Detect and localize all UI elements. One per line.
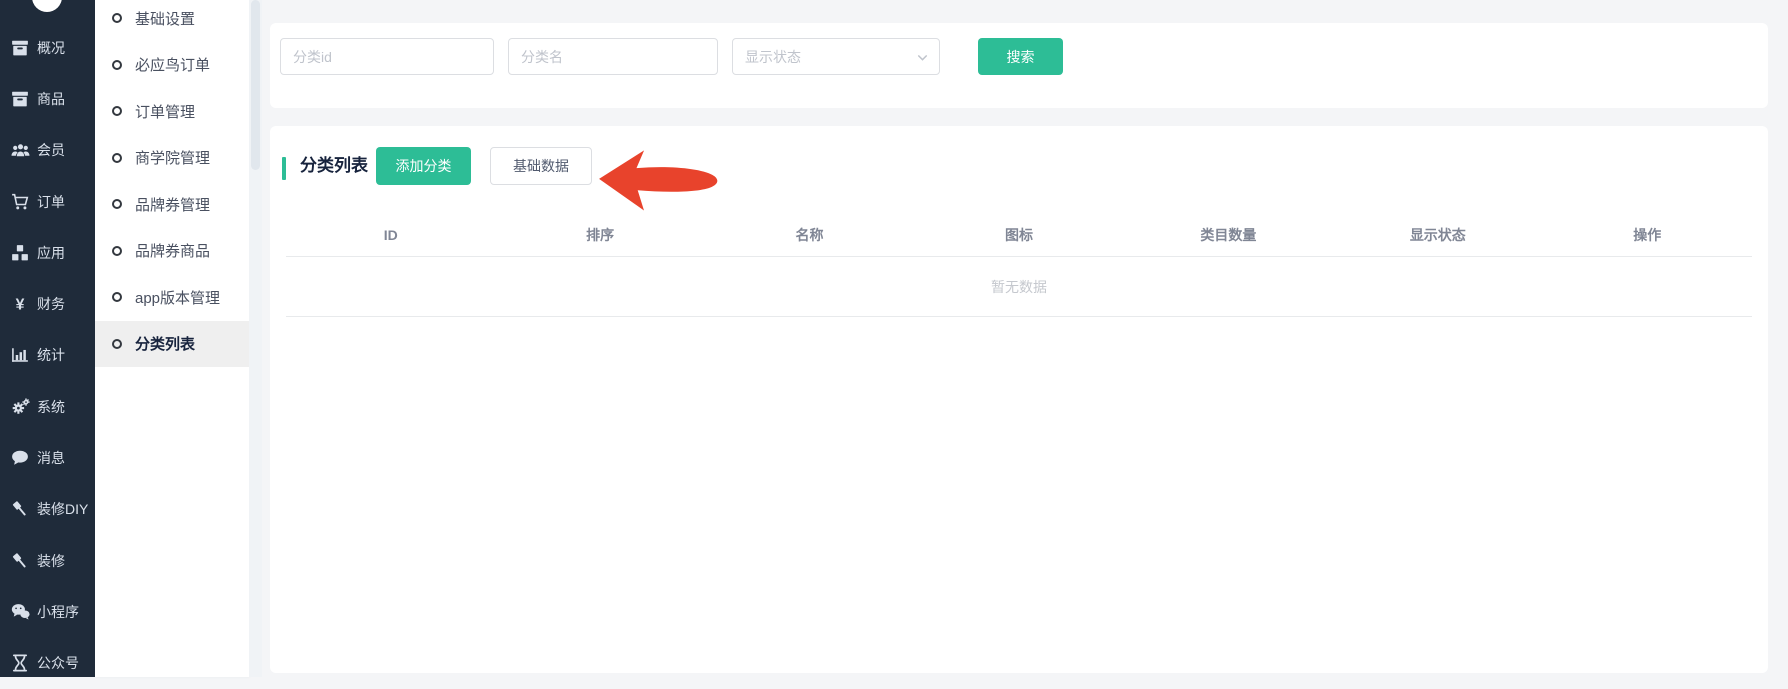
sidebar-item-财务[interactable]: ¥ 财务: [0, 278, 95, 329]
table-header-cell: ID: [286, 214, 495, 256]
sidebar-item-label: 消息: [37, 448, 65, 468]
category-name-input[interactable]: [508, 38, 718, 75]
empty-text: 暂无数据: [991, 277, 1047, 297]
submenu-item-label: 品牌券管理: [135, 194, 210, 215]
table-header-cell: 类目数量: [1124, 214, 1333, 256]
primary-sidebar: 概况商品会员订单应用 ¥ 财务统计系统消息装修DIY 装修小程序公众号: [0, 0, 95, 677]
submenu-panel: 基础设置必应鸟订单订单管理商学院管理品牌券管理品牌券商品 app版本管理分类列表: [95, 0, 249, 677]
sidebar-item-会员[interactable]: 会员: [0, 125, 95, 176]
submenu-item-商学院管理[interactable]: 商学院管理: [95, 135, 249, 182]
table-header-cell: 名称: [705, 214, 914, 256]
base-data-button[interactable]: 基础数据: [490, 147, 592, 185]
yen-icon: ¥: [10, 295, 30, 313]
sidebar-item-label: 会员: [37, 140, 65, 160]
category-id-input[interactable]: [280, 38, 494, 75]
sidebar-item-统计[interactable]: 统计: [0, 330, 95, 381]
circle-icon: [112, 13, 122, 23]
circle-icon: [112, 246, 122, 256]
circle-icon: [112, 153, 122, 163]
sidebar-item-应用[interactable]: 应用: [0, 227, 95, 278]
submenu-item-app版本管理[interactable]: app版本管理: [95, 274, 249, 321]
sidebar-item-小程序[interactable]: 小程序: [0, 586, 95, 637]
sidebar-item-label: 应用: [37, 243, 65, 263]
page-title: 分类列表: [300, 147, 368, 185]
circle-icon: [112, 60, 122, 70]
sidebar-item-装修[interactable]: 装修: [0, 535, 95, 586]
submenu-item-订单管理[interactable]: 订单管理: [95, 88, 249, 135]
submenu-item-label: 商学院管理: [135, 147, 210, 168]
submenu-list: 基础设置必应鸟订单订单管理商学院管理品牌券管理品牌券商品 app版本管理分类列表: [95, 0, 249, 367]
sidebar-item-公众号[interactable]: 公众号: [0, 638, 95, 689]
submenu-item-分类列表[interactable]: 分类列表: [95, 321, 249, 368]
sidebar-item-label: 财务: [37, 294, 65, 314]
submenu-item-品牌券商品[interactable]: 品牌券商品: [95, 228, 249, 275]
section-accent-bar: [282, 157, 286, 180]
wechat-icon: [10, 603, 30, 620]
search-button[interactable]: 搜索: [978, 38, 1063, 75]
table-empty-state: 暂无数据: [286, 257, 1752, 317]
bar-chart-icon: [10, 346, 30, 364]
sidebar-item-label: 系统: [37, 397, 65, 417]
table-header-cell: 排序: [495, 214, 704, 256]
sidebar-item-概况[interactable]: 概况: [0, 22, 95, 73]
sidebar-item-商品[interactable]: 商品: [0, 73, 95, 124]
submenu-item-label: app版本管理: [135, 287, 220, 308]
table-header-cell: 图标: [914, 214, 1123, 256]
circle-icon: [112, 106, 122, 116]
svg-text:¥: ¥: [16, 297, 25, 313]
cart-icon: [10, 193, 30, 211]
sidebar-item-label: 装修: [37, 551, 65, 571]
hourglass-icon: [10, 654, 30, 672]
submenu-item-label: 品牌券商品: [135, 240, 210, 261]
table-header-row: ID排序名称图标类目数量显示状态操作: [286, 214, 1752, 257]
archive-icon: [10, 39, 30, 57]
circle-icon: [112, 199, 122, 209]
chevron-down-icon: [916, 51, 929, 67]
gavel-icon: [10, 500, 30, 518]
sidebar-item-label: 小程序: [37, 602, 79, 622]
avatar[interactable]: [32, 0, 62, 12]
sidebar-item-label: 订单: [37, 192, 65, 212]
select-placeholder: 显示状态: [745, 47, 801, 67]
table-header-cell: 操作: [1543, 214, 1752, 256]
add-category-button[interactable]: 添加分类: [376, 147, 471, 185]
submenu-scrollbar[interactable]: [249, 0, 262, 677]
circle-icon: [112, 339, 122, 349]
cubes-icon: [10, 244, 30, 262]
sidebar-item-label: 公众号: [37, 653, 79, 673]
submenu-item-label: 必应鸟订单: [135, 54, 210, 75]
sidebar-item-订单[interactable]: 订单: [0, 176, 95, 227]
sidebar-item-label: 概况: [37, 38, 65, 58]
category-list-card: 分类列表 添加分类 基础数据 ID排序名称图标类目数量显示状态操作 暂无数据: [270, 126, 1768, 673]
sidebar-nav: 概况商品会员订单应用 ¥ 财务统计系统消息装修DIY 装修小程序公众号: [0, 22, 95, 689]
submenu-item-品牌券管理[interactable]: 品牌券管理: [95, 181, 249, 228]
sidebar-item-消息[interactable]: 消息: [0, 432, 95, 483]
sidebar-item-label: 统计: [37, 345, 65, 365]
display-status-select[interactable]: 显示状态: [732, 38, 940, 75]
submenu-item-必应鸟订单[interactable]: 必应鸟订单: [95, 42, 249, 89]
sidebar-item-系统[interactable]: 系统: [0, 381, 95, 432]
submenu-item-label: 分类列表: [135, 333, 195, 354]
table-header-cell: 显示状态: [1333, 214, 1542, 256]
submenu-item-label: 基础设置: [135, 8, 195, 29]
cogs-icon: [10, 398, 30, 415]
comment-icon: [10, 449, 30, 467]
archive-icon: [10, 90, 30, 108]
sidebar-item-装修DIY[interactable]: 装修DIY: [0, 484, 95, 535]
sidebar-item-label: 装修DIY: [37, 499, 88, 519]
circle-icon: [112, 292, 122, 302]
submenu-item-label: 订单管理: [135, 101, 195, 122]
scrollbar-thumb[interactable]: [251, 0, 260, 170]
users-icon: [10, 143, 30, 158]
submenu-item-基础设置[interactable]: 基础设置: [95, 0, 249, 42]
filter-card: 显示状态 搜索: [270, 23, 1768, 108]
gavel-icon: [10, 552, 30, 570]
sidebar-item-label: 商品: [37, 89, 65, 109]
